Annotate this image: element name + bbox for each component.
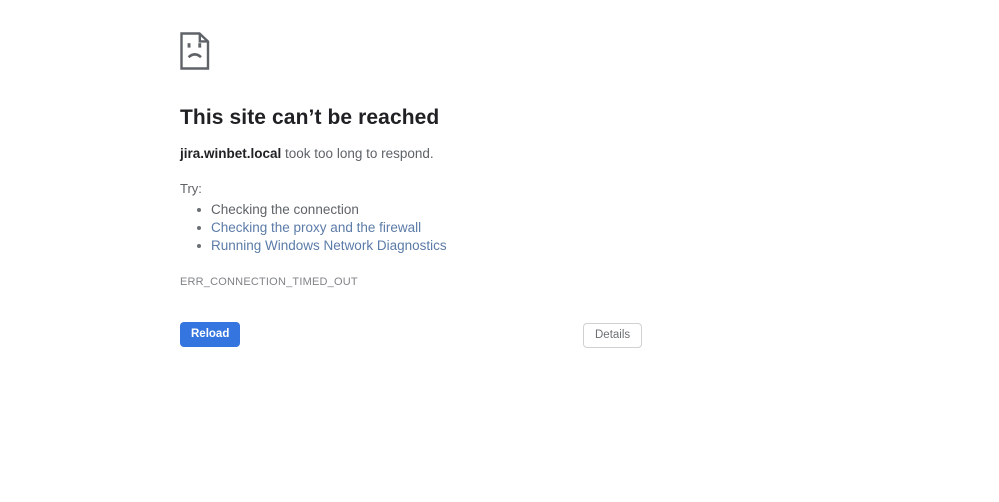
- try-label: Try:: [180, 181, 202, 196]
- suggestion-text: Checking the connection: [211, 202, 359, 217]
- error-code: ERR_CONNECTION_TIMED_OUT: [180, 276, 358, 288]
- list-item[interactable]: Running Windows Network Diagnostics: [197, 237, 780, 255]
- button-row: Reload Details: [180, 322, 780, 362]
- suggestion-link-proxy-firewall[interactable]: Checking the proxy and the firewall: [211, 220, 421, 235]
- sad-page-icon: [180, 32, 210, 70]
- list-item[interactable]: Checking the proxy and the firewall: [197, 219, 780, 237]
- list-item: Checking the connection: [197, 201, 780, 219]
- error-subtitle: jira.winbet.local took too long to respo…: [180, 132, 780, 163]
- reload-button[interactable]: Reload: [180, 322, 241, 347]
- page-title: This site can’t be reached: [180, 106, 440, 129]
- details-button[interactable]: Details: [583, 323, 643, 348]
- suggestions-list: Checking the connection Checking the pro…: [180, 201, 780, 255]
- error-page-container: This site can’t be reached jira.winbet.l…: [180, 0, 780, 362]
- error-hostname: jira.winbet.local: [180, 146, 282, 161]
- error-reason: took too long to respond.: [281, 146, 434, 161]
- suggestion-link-network-diagnostics[interactable]: Running Windows Network Diagnostics: [211, 238, 447, 253]
